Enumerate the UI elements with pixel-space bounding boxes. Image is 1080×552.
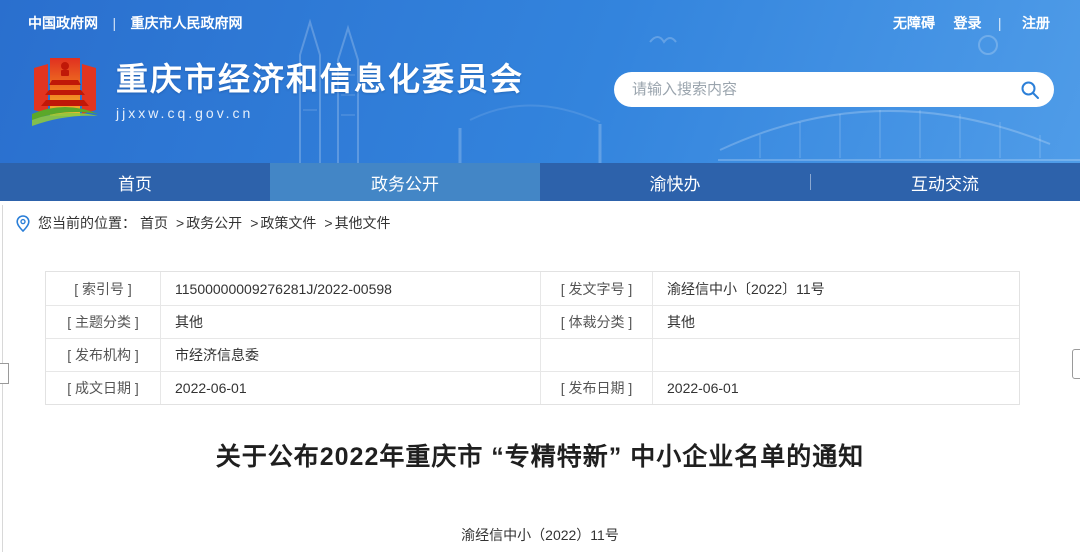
breadcrumb-item-gov-affairs[interactable]: 政务公开	[186, 213, 242, 233]
search-icon[interactable]	[1020, 80, 1040, 100]
table-row: [ 发布机构 ] 市经济信息委	[46, 338, 1019, 371]
meta-value-issuing-agency: 市经济信息委	[161, 339, 541, 371]
login-link[interactable]: 登录	[953, 15, 981, 31]
location-pin-icon	[16, 215, 30, 232]
breadcrumb-separator: >	[324, 215, 332, 231]
breadcrumb-item-policy-files[interactable]: 政策文件	[260, 213, 316, 233]
left-edge-handle	[0, 363, 9, 384]
meta-label-written-date: [ 成文日期 ]	[46, 372, 161, 404]
right-edge-handle	[1072, 349, 1080, 379]
breadcrumb-separator: >	[176, 215, 184, 231]
account-links: 无障碍 登录 | 注册	[879, 13, 1050, 33]
meta-value-index-number: 11500000009276281J/2022-00598	[161, 272, 541, 305]
site-header: 中国政府网 | 重庆市人民政府网 无障碍 登录 | 注册	[0, 0, 1080, 163]
breadcrumb-prefix: 您当前的位置：	[38, 213, 136, 233]
meta-label-index-number: [ 索引号 ]	[46, 272, 161, 305]
meta-value-issue-number: 渝经信中小〔2022〕11号	[653, 272, 1019, 305]
top-utility-bar: 中国政府网 | 重庆市人民政府网 无障碍 登录 | 注册	[0, 0, 1080, 46]
site-title: 重庆市经济和信息化委员会	[116, 61, 524, 98]
meta-value-empty	[653, 339, 1019, 371]
main-navigation: 首页 政务公开 渝快办 互动交流	[0, 163, 1080, 201]
link-chongqing-gov[interactable]: 重庆市人民政府网	[131, 15, 243, 31]
meta-label-issuing-agency: [ 发布机构 ]	[46, 339, 161, 371]
table-row: [ 索引号 ] 11500000009276281J/2022-00598 [ …	[46, 272, 1019, 305]
breadcrumb: 您当前的位置： 首页 > 政务公开 > 政策文件 > 其他文件	[0, 201, 1080, 245]
document-meta-table: [ 索引号 ] 11500000009276281J/2022-00598 [ …	[45, 271, 1020, 405]
breadcrumb-item-home[interactable]: 首页	[140, 213, 168, 233]
meta-label-publish-date: [ 发布日期 ]	[541, 372, 653, 404]
meta-value-written-date: 2022-06-01	[161, 372, 541, 404]
site-logo-emblem[interactable]	[28, 52, 102, 130]
search-box[interactable]	[614, 72, 1054, 107]
meta-value-subject-class: 其他	[161, 306, 541, 338]
link-china-gov[interactable]: 中国政府网	[28, 15, 98, 31]
topbar-right-separator: |	[986, 15, 1004, 31]
page: 中国政府网 | 重庆市人民政府网 无障碍 登录 | 注册	[0, 0, 1080, 552]
article-title: 关于公布2022年重庆市 “专精特新” 中小企业名单的通知	[0, 437, 1080, 473]
table-row: [ 成文日期 ] 2022-06-01 [ 发布日期 ] 2022-06-01	[46, 371, 1019, 404]
brand-text: 重庆市经济和信息化委员会 jjxxw.cq.gov.cn	[116, 61, 524, 121]
search-input[interactable]	[632, 81, 1020, 98]
meta-label-issue-number: [ 发文字号 ]	[541, 272, 653, 305]
nav-tab-gov-affairs[interactable]: 政务公开	[270, 163, 540, 201]
nav-tab-interaction[interactable]: 互动交流	[810, 163, 1080, 201]
meta-label-empty	[541, 339, 653, 371]
breadcrumb-separator: >	[250, 215, 258, 231]
table-row: [ 主题分类 ] 其他 [ 体裁分类 ] 其他	[46, 305, 1019, 338]
article-doc-number: 渝经信中小（2022）11号	[0, 525, 1080, 545]
meta-value-genre-class: 其他	[653, 306, 1019, 338]
meta-label-genre-class: [ 体裁分类 ]	[541, 306, 653, 338]
nav-tab-yukuaiban[interactable]: 渝快办	[540, 163, 810, 201]
gov-links: 中国政府网 | 重庆市人民政府网	[28, 13, 243, 33]
meta-value-publish-date: 2022-06-01	[653, 372, 1019, 404]
meta-label-subject-class: [ 主题分类 ]	[46, 306, 161, 338]
topbar-separator: |	[102, 15, 126, 31]
nav-tab-home[interactable]: 首页	[0, 163, 270, 201]
accessibility-link[interactable]: 无障碍	[893, 15, 935, 31]
register-link[interactable]: 注册	[1022, 15, 1050, 31]
breadcrumb-item-other-files[interactable]: 其他文件	[335, 213, 391, 233]
site-url: jjxxw.cq.gov.cn	[116, 105, 524, 121]
